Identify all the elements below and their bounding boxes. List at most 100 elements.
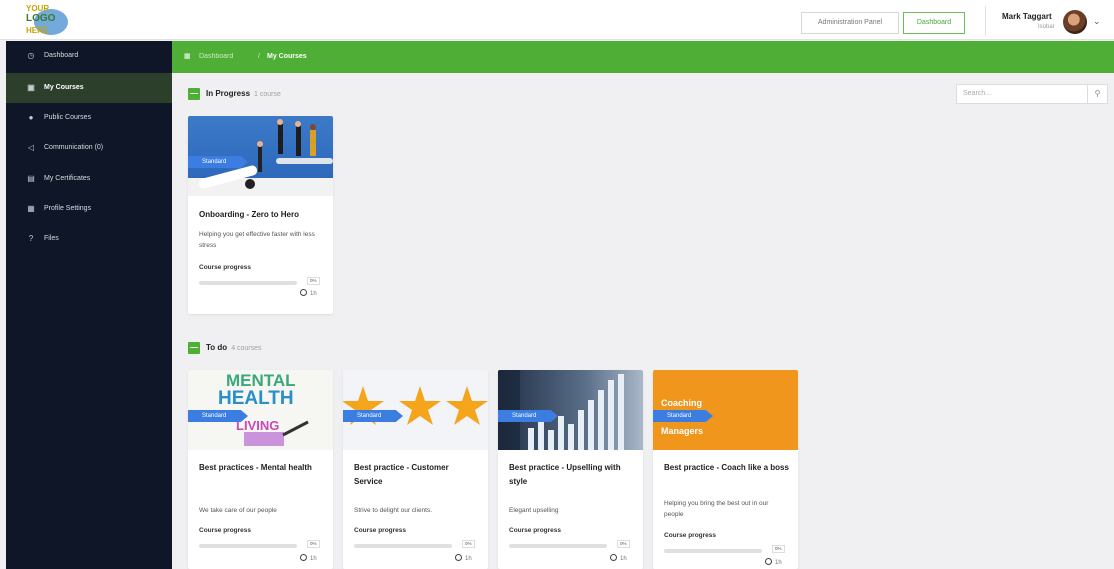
search-input[interactable]: Search... ⚲ (956, 84, 1108, 104)
sidebar-item-label: Public Courses (44, 114, 92, 121)
course-description: We take care of our people (199, 507, 277, 514)
course-progress-label: Course progress (664, 532, 717, 539)
breadcrumb: ▦ Dashboard / My Courses (172, 41, 1114, 73)
clock-icon (765, 558, 772, 565)
course-type-badge: Standard (498, 410, 558, 422)
duration-value: 1h (465, 556, 472, 562)
course-duration: 1h (455, 554, 472, 562)
progress-bar (354, 544, 452, 548)
course-card[interactable]: Coaching Managers Standard Best practice… (653, 370, 798, 569)
sidebar-item-label: Communication (0) (44, 144, 104, 151)
dashboard-button[interactable]: Dashboard (903, 12, 965, 34)
course-card[interactable]: Standard Best practice - Customer Servic… (343, 370, 488, 569)
course-card[interactable]: Standard Best practice - Upselling with … (498, 370, 643, 569)
dashboard-icon: ◷ (27, 51, 35, 60)
sidebar-item-files[interactable]: ? Files (6, 224, 172, 254)
course-title[interactable]: Best practice - Coach like a boss (664, 461, 789, 475)
logo-text-2: LOGO (26, 13, 56, 24)
section-title: In Progress (206, 89, 251, 99)
globe-icon: ● (28, 113, 34, 122)
course-duration: 1h (300, 554, 317, 562)
sidebar-item-label: Profile Settings (44, 205, 92, 212)
course-type-badge: Standard (653, 410, 713, 422)
breadcrumb-dashboard[interactable]: Dashboard (199, 41, 233, 73)
sidebar-item-profile-settings[interactable]: ▦ Profile Settings (6, 194, 172, 224)
breadcrumb-separator: / (258, 53, 260, 60)
certificate-icon: ▤ (27, 174, 35, 183)
grid-icon: ▦ (184, 53, 191, 60)
managers-word: Managers (661, 426, 704, 436)
course-type-badge: Standard (188, 156, 248, 168)
duration-value: 1h (310, 556, 317, 562)
course-duration: 1h (610, 554, 627, 562)
sidebar-item-label: Files (44, 235, 59, 242)
top-bar: YOUR LOGO HERE Administration Panel Dash… (0, 0, 1114, 40)
administration-panel-button[interactable]: Administration Panel (801, 12, 899, 34)
clock-icon (610, 554, 617, 561)
progress-bar (509, 544, 607, 548)
sidebar: ◷ Dashboard ▣ My Courses ● Public Course… (6, 41, 172, 569)
help-icon: ? (28, 234, 34, 243)
course-thumbnail: Standard (188, 116, 333, 196)
search-icon[interactable]: ⚲ (1087, 84, 1107, 104)
sidebar-item-communication[interactable]: ◁ Communication (0) (6, 133, 172, 163)
profile-card-icon: ▦ (27, 204, 35, 213)
course-card[interactable]: MENTAL HEALTH LIVING Standard Best pract… (188, 370, 333, 569)
course-duration: 1h (300, 289, 317, 297)
course-description: Helping you bring the best out in our pe… (664, 500, 769, 518)
megaphone-icon: ◁ (27, 143, 35, 152)
duration-value: 1h (310, 291, 317, 297)
collapse-toggle[interactable]: — (188, 342, 200, 354)
progress-percent: 0% (307, 277, 320, 285)
progress-percent: 0% (462, 540, 475, 548)
course-description: Elegant upselling (509, 507, 559, 514)
duration-value: 1h (775, 560, 782, 566)
sidebar-item-label: Dashboard (44, 52, 79, 59)
sidebar-item-label: My Certificates (44, 175, 91, 182)
section-header-in-progress: — In Progress 1 course (188, 88, 281, 100)
search-placeholder: Search... (963, 90, 992, 97)
company-logo[interactable]: YOUR LOGO HERE (24, 3, 70, 37)
course-title[interactable]: Best practice - Customer Service (354, 461, 479, 489)
course-title[interactable]: Onboarding - Zero to Hero (199, 208, 324, 222)
breadcrumb-current: My Courses (267, 53, 307, 60)
sidebar-item-label: My Courses (44, 84, 84, 91)
clock-icon (455, 554, 462, 561)
sidebar-item-my-certificates[interactable]: ▤ My Certificates (6, 164, 172, 194)
course-card[interactable]: Standard Onboarding - Zero to Hero Helpi… (188, 116, 333, 314)
course-progress-label: Course progress (199, 264, 252, 271)
course-progress-label: Course progress (199, 527, 252, 534)
course-duration: 1h (765, 558, 782, 566)
section-count: 4 courses (231, 345, 262, 353)
course-description: Strive to delight our clients. (354, 507, 433, 514)
course-thumbnail: Coaching Managers Standard (653, 370, 798, 450)
section-header-todo: — To do 4 courses (188, 342, 262, 354)
logo-text-1: YOUR (26, 4, 50, 13)
progress-bar (199, 544, 297, 548)
sidebar-item-public-courses[interactable]: ● Public Courses (6, 103, 172, 133)
collapse-toggle[interactable]: — (188, 88, 200, 100)
course-progress-label: Course progress (509, 527, 562, 534)
progress-bar (664, 549, 762, 553)
course-title[interactable]: Best practice - Upselling with style (509, 461, 634, 489)
chevron-down-icon[interactable]: ⌄ (1093, 16, 1101, 27)
course-type-badge: Standard (343, 410, 403, 422)
logo-text-3: HERE (26, 26, 49, 35)
clock-icon (300, 554, 307, 561)
avatar[interactable] (1063, 10, 1087, 34)
sidebar-item-my-courses[interactable]: ▣ My Courses (6, 73, 172, 103)
user-name[interactable]: Mark Taggart (1002, 12, 1052, 21)
progress-percent: 0% (772, 545, 785, 553)
health-word: HEALTH (218, 388, 294, 409)
course-thumbnail: Standard (498, 370, 643, 450)
course-title[interactable]: Best practices - Mental health (199, 461, 324, 475)
progress-bar (199, 281, 297, 285)
book-icon: ▣ (27, 83, 35, 92)
course-thumbnail: Standard (343, 370, 488, 450)
section-count: 1 course (254, 91, 281, 99)
section-title: To do (206, 343, 228, 353)
course-type-badge: Standard (188, 410, 248, 422)
user-role: Isobar (1038, 24, 1055, 30)
sidebar-item-dashboard[interactable]: ◷ Dashboard (6, 41, 172, 71)
course-description: Helping you get effective faster with le… (199, 231, 315, 249)
